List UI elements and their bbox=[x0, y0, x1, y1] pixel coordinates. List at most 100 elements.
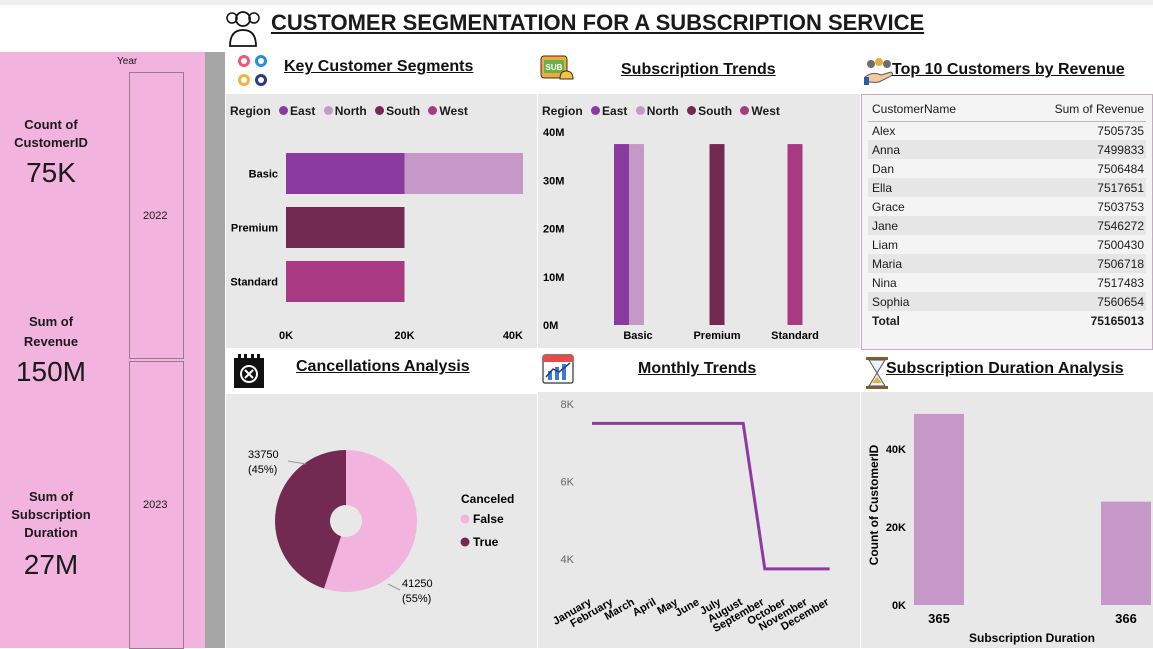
series-line bbox=[592, 421, 830, 571]
year-slicer-label: Year bbox=[117, 56, 138, 67]
year-slicer-item[interactable]: 2022 bbox=[129, 72, 184, 359]
cell-revenue: 7506484 bbox=[1097, 161, 1144, 176]
leader-line bbox=[387, 583, 401, 591]
cell-revenue: 7546272 bbox=[1097, 218, 1144, 233]
kpi-label-line: Subscription bbox=[11, 507, 91, 522]
monthly-line-chart: 4K6K8KJanuaryFebruaryMarchAprilMayJuneJu… bbox=[551, 399, 832, 635]
cell-customer-name: Ella bbox=[872, 180, 893, 195]
year-label: 2022 bbox=[143, 210, 168, 222]
segments-icon bbox=[235, 53, 271, 94]
cell-customer-name: Sophia bbox=[872, 294, 910, 309]
table-header-row: CustomerName Sum of Revenue bbox=[868, 97, 1146, 121]
kpi-label-line: Duration bbox=[24, 525, 78, 540]
kpi-duration-label: Sum of Subscription Duration bbox=[1, 488, 101, 542]
trends-bar-chart: 0M 10M 20M 30M 40M Basic Premium Standard bbox=[543, 127, 819, 342]
legend-title: Canceled bbox=[461, 492, 514, 506]
y-tick-label: 30M bbox=[543, 175, 564, 187]
bar bbox=[914, 413, 964, 605]
bar bbox=[629, 144, 644, 325]
sidebar-shadow bbox=[205, 52, 225, 648]
total-label: Total bbox=[872, 314, 900, 328]
column-header-customer[interactable]: CustomerName bbox=[868, 97, 1006, 121]
top10-table-panel: CustomerName Sum of Revenue Alex 7505735 A… bbox=[861, 94, 1153, 350]
x-tick-label: Basic bbox=[623, 330, 652, 342]
handshake-icon bbox=[863, 55, 895, 92]
table-row[interactable]: Nina 7517483 bbox=[868, 273, 1146, 292]
kpi-label-line: Sum of bbox=[28, 489, 74, 504]
cell-customer-name: Jane bbox=[872, 218, 899, 233]
y-tick-label: 10M bbox=[543, 272, 564, 284]
svg-text:SUB: SUB bbox=[546, 63, 563, 72]
legend-label: False bbox=[473, 512, 504, 526]
duration-title: Subscription Duration Analysis bbox=[886, 360, 1124, 377]
category-label: Basic bbox=[249, 169, 278, 181]
kpi-revenue-label: Sum of Revenue bbox=[1, 313, 101, 351]
x-tick-label: 20K bbox=[394, 330, 414, 342]
page-title: CUSTOMER SEGMENTATION FOR A SUBSCRIPTION… bbox=[271, 10, 925, 35]
data-label: 33750 bbox=[248, 449, 279, 461]
table-row[interactable]: Ella 7517651 bbox=[868, 178, 1146, 197]
cell-revenue: 7517483 bbox=[1097, 275, 1144, 290]
cancellations-donut-chart: 41250 (55%) 33750 (45%) Canceled False True bbox=[248, 449, 514, 605]
cancellations-title: Cancellations Analysis bbox=[296, 358, 470, 375]
y-tick-label: 20K bbox=[886, 522, 906, 534]
monthly-chart-panel: 4K 6K 8K January February March April May June Ju… bbox=[538, 392, 860, 648]
cell-revenue: 7503753 bbox=[1097, 199, 1144, 214]
x-tick-label: Premium bbox=[693, 330, 740, 342]
table-row[interactable]: Alex 7505735 bbox=[868, 121, 1146, 140]
bar-segment bbox=[404, 153, 523, 194]
bar-segment bbox=[286, 261, 405, 302]
y-tick-label: 0K bbox=[892, 600, 906, 612]
cell-revenue: 7499833 bbox=[1097, 142, 1144, 157]
cell-revenue: 7517651 bbox=[1097, 180, 1144, 195]
duration-chart-panel: 0K 20K 40K 365 366 Subscription Duration Count… bbox=[861, 392, 1153, 648]
y-tick-label: 4K bbox=[561, 554, 575, 566]
table-row[interactable]: Liam 7500430 bbox=[868, 235, 1146, 254]
table-row[interactable]: Jane 7546272 bbox=[868, 216, 1146, 235]
kpi-label-line: Sum of bbox=[28, 314, 74, 329]
cell-customer-name: Alex bbox=[872, 123, 896, 138]
legend-swatch bbox=[460, 514, 470, 524]
x-axis-title: Subscription Duration bbox=[969, 631, 1095, 645]
legend-swatch bbox=[460, 537, 470, 547]
kpi-label-line: Revenue bbox=[23, 334, 79, 349]
cell-revenue: 7506718 bbox=[1097, 256, 1144, 271]
y-tick-label: 20M bbox=[543, 224, 564, 236]
cell-revenue: 7560654 bbox=[1097, 294, 1144, 309]
kpi-duration-value: 27M bbox=[23, 549, 79, 580]
y-tick-label: 40M bbox=[543, 127, 564, 139]
table-row[interactable]: Sophia 7560654 bbox=[868, 292, 1146, 311]
segments-bar-chart: Basic Premium Standard 0K 20K 40K bbox=[230, 153, 523, 342]
top10-table: CustomerName Sum of Revenue Alex 7505735 A… bbox=[868, 97, 1146, 331]
x-tick-label: 366 bbox=[1115, 611, 1137, 626]
leader-line bbox=[287, 460, 307, 465]
column-header-revenue[interactable]: Sum of Revenue bbox=[1006, 97, 1146, 121]
category-label: Premium bbox=[231, 223, 278, 235]
cell-revenue: 7505735 bbox=[1097, 123, 1144, 138]
year-slicer-item[interactable]: 2023 bbox=[129, 361, 184, 649]
data-label: 41250 bbox=[402, 578, 433, 590]
table-row[interactable]: Maria 7506718 bbox=[868, 254, 1146, 273]
subscription-icon: SUB bbox=[540, 51, 576, 92]
year-label: 2023 bbox=[143, 499, 168, 511]
monthly-title: Monthly Trends bbox=[638, 360, 757, 377]
trends-title: Subscription Trends bbox=[621, 61, 776, 78]
x-tick-label: 365 bbox=[928, 611, 950, 626]
y-tick-label: 40K bbox=[886, 444, 906, 456]
table-row[interactable]: Anna 7499833 bbox=[868, 140, 1146, 159]
table-row[interactable]: Dan 7506484 bbox=[868, 159, 1146, 178]
bar bbox=[787, 144, 803, 325]
calendar-chart-icon bbox=[541, 351, 575, 390]
cell-revenue: 7500430 bbox=[1097, 237, 1144, 252]
cancellations-chart-panel: 41250 (55%) 33750 (45%) Canceled False True bbox=[226, 394, 537, 648]
header-bar: CUSTOMER SEGMENTATION FOR A SUBSCRIPTION… bbox=[0, 5, 1153, 52]
cell-customer-name: Anna bbox=[872, 142, 901, 157]
y-tick-label: 6K bbox=[561, 477, 575, 489]
category-label: Standard bbox=[230, 277, 278, 289]
kpi-count-label: Count of CustomerID bbox=[1, 116, 101, 152]
people-icon bbox=[224, 8, 262, 53]
duration-bar-chart: 0K 20K 40K 365 366 Subscription Duration Count… bbox=[867, 413, 1151, 645]
table-row[interactable]: Grace 7503753 bbox=[868, 197, 1146, 216]
data-label-pct: (55%) bbox=[402, 593, 431, 605]
bar bbox=[1101, 501, 1151, 605]
